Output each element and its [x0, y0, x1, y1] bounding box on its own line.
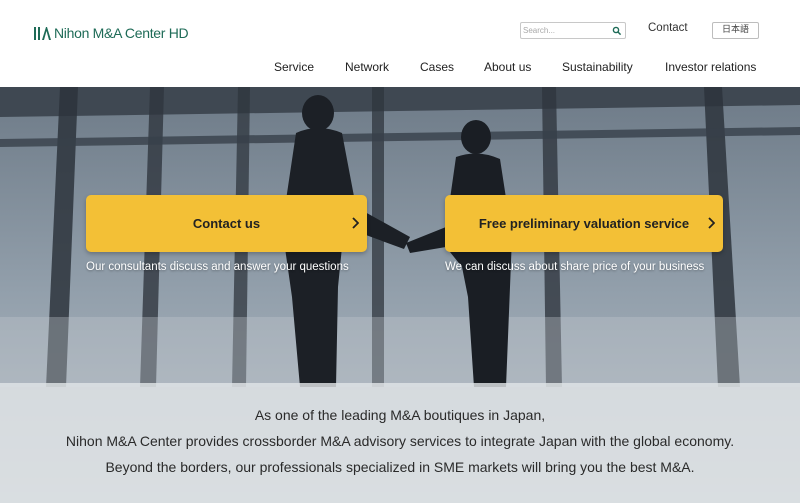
contact-us-button[interactable]: Contact us: [86, 195, 367, 252]
tagline-line-2: Nihon M&A Center provides crossborder M&…: [65, 433, 735, 449]
search-icon[interactable]: [612, 26, 622, 36]
site-header: Nihon M&A Center HD Contact 日本語 Service …: [0, 0, 800, 87]
valuation-service-label: Free preliminary valuation service: [478, 216, 690, 231]
header-contact-link[interactable]: Contact: [648, 22, 688, 34]
nav-item-sustainability[interactable]: Sustainability: [562, 60, 633, 74]
contact-us-label: Contact us: [192, 216, 261, 231]
language-switch-button[interactable]: 日本語: [712, 22, 759, 39]
nav-item-network[interactable]: Network: [345, 60, 389, 74]
search-input[interactable]: [523, 24, 609, 37]
site-logo[interactable]: Nihon M&A Center HD: [34, 25, 189, 41]
chevron-right-icon: [352, 217, 359, 229]
main-nav: Service Network Cases About us Sustainab…: [0, 60, 800, 76]
logo-mark-icon: [34, 26, 51, 40]
nav-item-cases[interactable]: Cases: [420, 60, 454, 74]
chevron-right-icon: [708, 217, 715, 229]
valuation-service-subtext: We can discuss about share price of your…: [445, 261, 705, 273]
contact-us-subtext: Our consultants discuss and answer your …: [86, 261, 349, 273]
valuation-service-button[interactable]: Free preliminary valuation service: [445, 195, 723, 252]
tagline-line-3: Beyond the borders, our professionals sp…: [105, 459, 695, 475]
logo-text: Nihon M&A Center HD: [54, 25, 189, 41]
tagline-line-1: As one of the leading M&A boutiques in J…: [254, 407, 546, 423]
nav-item-investor-relations[interactable]: Investor relations: [665, 60, 756, 74]
tagline-panel: As one of the leading M&A boutiques in J…: [0, 383, 800, 503]
nav-item-about-us[interactable]: About us: [484, 60, 531, 74]
search-box: [520, 22, 626, 39]
nav-item-service[interactable]: Service: [274, 60, 314, 74]
hero-section: Contact us Our consultants discuss and a…: [0, 87, 800, 503]
